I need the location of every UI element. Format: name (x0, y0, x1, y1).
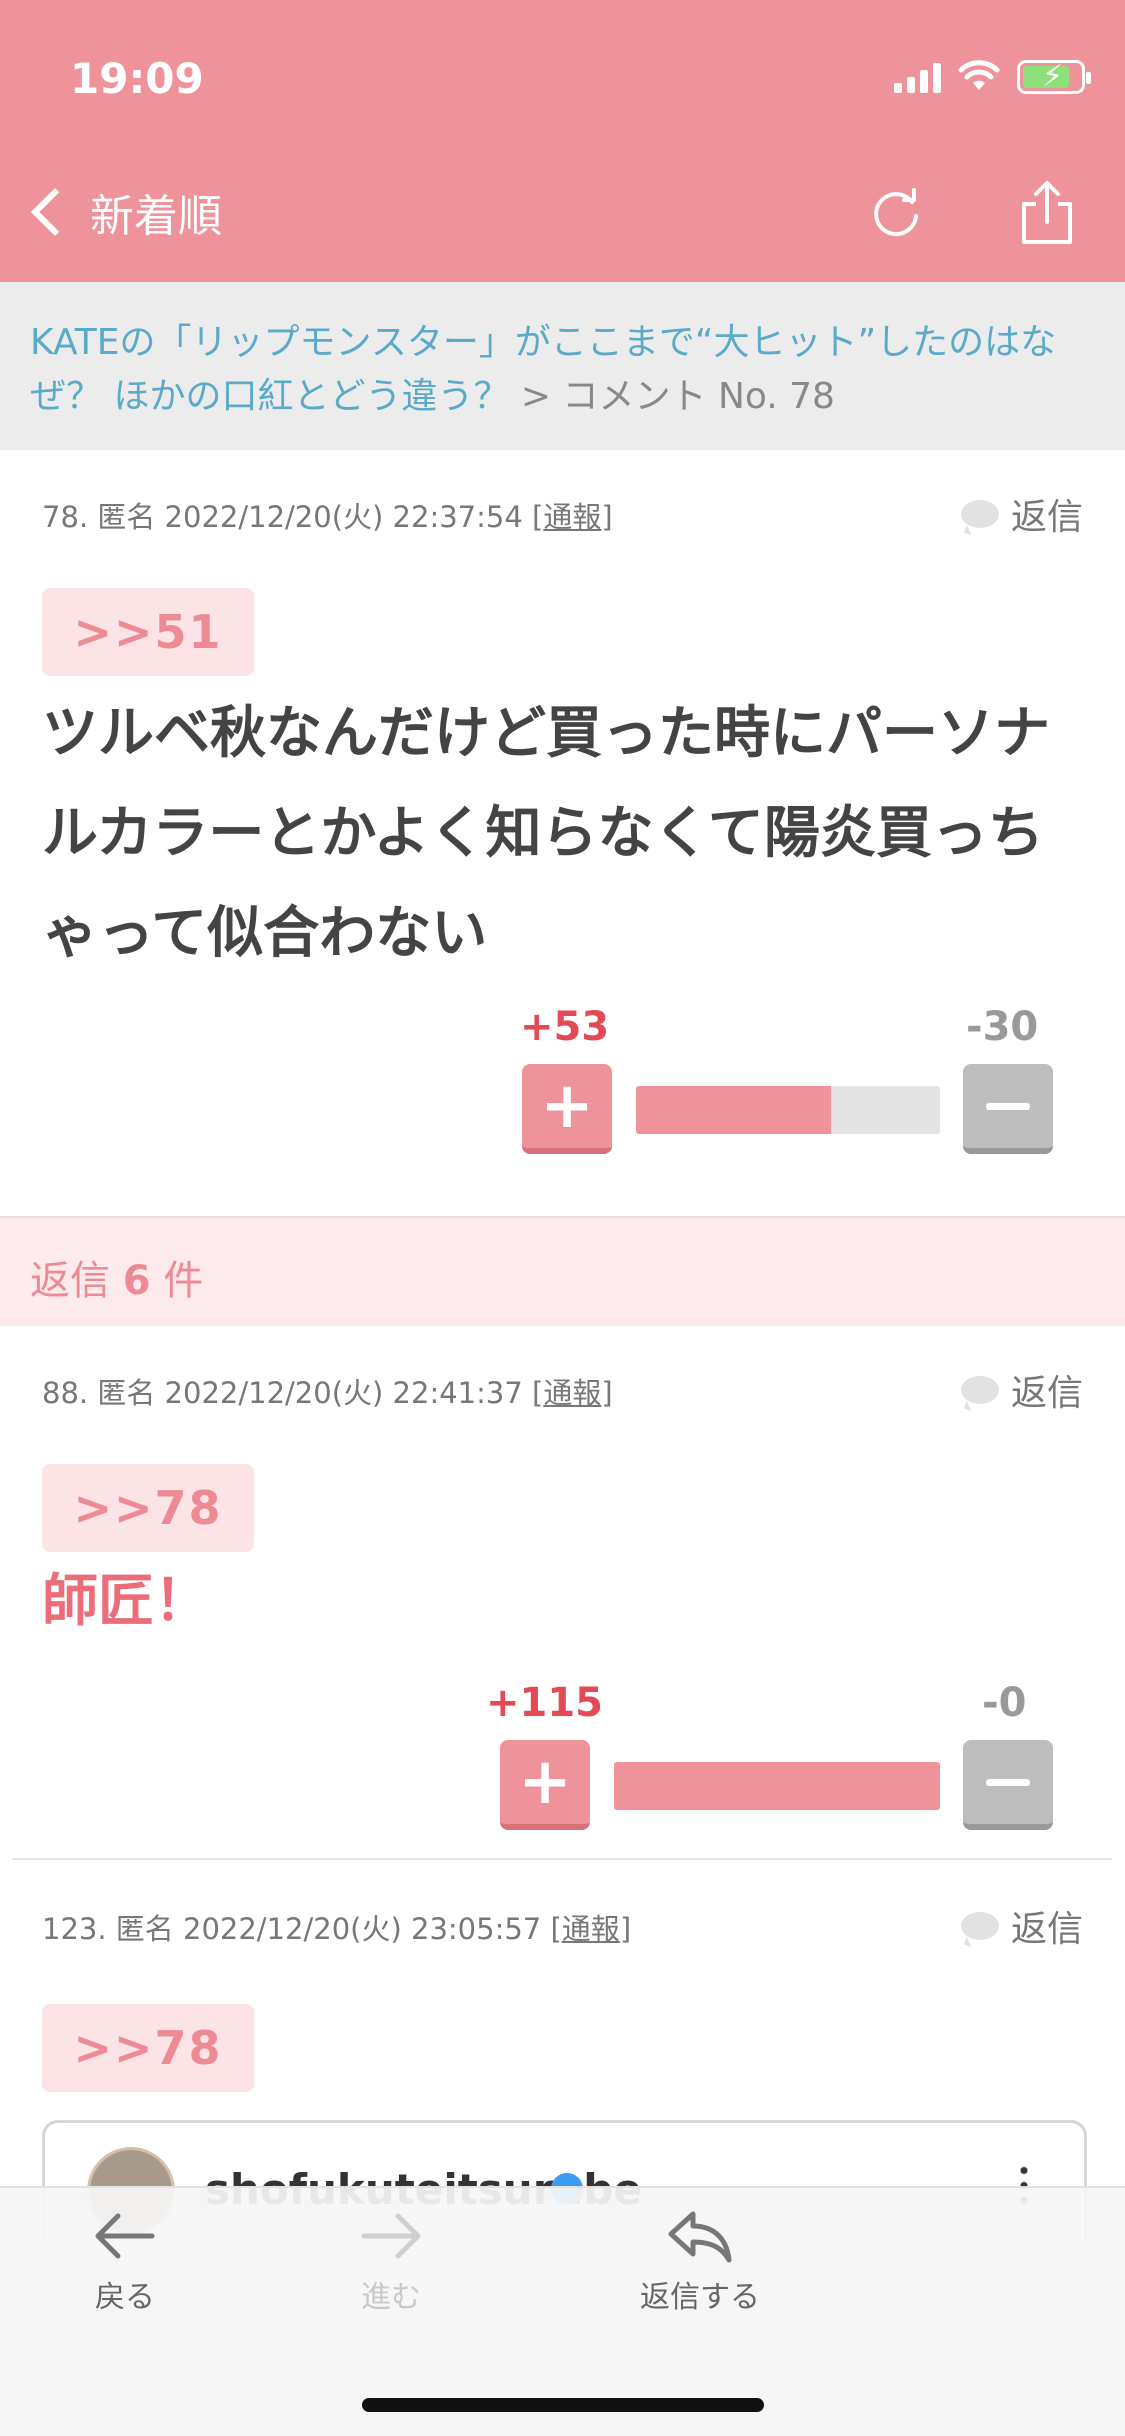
comment-body: ツルベ秋なんだけど買った時にパーソナルカラーとかよく知らなくて陽炎買っちゃって似… (42, 701, 1050, 966)
plus-count: +115 (486, 1680, 604, 1726)
minus-vote-button[interactable] (963, 1740, 1053, 1830)
reply-arrow-icon (668, 2211, 732, 2263)
comment-meta: 88. 匿名 2022/12/20(火) 22:41:37 [通報] (42, 1370, 613, 1412)
plus-count: +53 (520, 1004, 610, 1050)
nav-reply-button[interactable]: 返信する (640, 2208, 760, 2316)
vote-ratio-bar (636, 1086, 940, 1134)
arrow-left-icon (95, 2213, 155, 2259)
reply-label: 返信 (1010, 1373, 1083, 1414)
nav-back-label: 戻る (95, 2280, 155, 2315)
reload-icon[interactable] (868, 186, 924, 242)
back-label: 新着順 (90, 191, 222, 242)
vote-ratio-bar (614, 1762, 940, 1810)
breadcrumb: KATEの「リップモンスター」がここまで“大ヒット”したのはなぜ？ ほかの口紅と… (0, 282, 1125, 450)
arrow-right-icon (361, 2213, 421, 2259)
comment-meta: 78. 匿名 2022/12/20(火) 22:37:54 [通報] (42, 494, 613, 536)
speech-bubble-icon (960, 1912, 999, 1940)
reply-label: 返信 (1010, 1909, 1083, 1950)
comment-header: 88. 匿名 2022/12/20(火) 22:41:37 (42, 1376, 523, 1410)
nav-reply-label: 返信する (640, 2280, 760, 2315)
comment-body: 師匠！ (42, 1569, 210, 1634)
report-link[interactable]: [通報] (532, 1376, 613, 1410)
breadcrumb-comment-no: > コメント No. 78 (509, 376, 835, 417)
minus-count: -0 (982, 1680, 1027, 1726)
report-link[interactable]: [通報] (532, 500, 613, 534)
vote-ratio-fill (636, 1086, 831, 1134)
nav-forward-label: 進む (361, 2280, 421, 2315)
plus-vote-button[interactable]: + (522, 1064, 612, 1154)
nav-forward-button[interactable]: 進む (356, 2208, 426, 2316)
report-link[interactable]: [通報] (550, 1912, 631, 1946)
minus-vote-button[interactable] (963, 1064, 1053, 1154)
plus-vote-button[interactable]: + (500, 1740, 590, 1830)
status-time: 19:09 (70, 54, 204, 103)
battery-icon: ⚡ (1017, 60, 1091, 94)
status-icons: ⚡ (894, 60, 1091, 94)
replies-prefix: 返信 (30, 1258, 110, 1304)
minus-count: -30 (966, 1004, 1039, 1050)
back-button[interactable]: 新着順 (26, 180, 222, 244)
comment-divider (12, 1858, 1112, 1860)
comment-meta: 123. 匿名 2022/12/20(火) 23:05:57 [通報] (42, 1906, 631, 1948)
share-icon[interactable] (1018, 180, 1076, 246)
replies-count: 6 (122, 1258, 151, 1304)
chevron-left-icon (30, 187, 80, 237)
anchor-link[interactable]: >>78 (42, 1464, 254, 1552)
cellular-signal-icon (894, 61, 941, 93)
anchor-link[interactable]: >>51 (42, 588, 254, 676)
reply-label: 返信 (1010, 497, 1083, 538)
replies-suffix: 件 (163, 1258, 204, 1304)
comment-header: 78. 匿名 2022/12/20(火) 22:37:54 (42, 500, 523, 534)
speech-bubble-icon (960, 500, 999, 528)
reply-button[interactable]: 返信 (960, 1900, 1083, 1952)
home-indicator[interactable] (362, 2398, 764, 2412)
nav-back-button[interactable]: 戻る (90, 2208, 160, 2316)
replies-count-band[interactable]: 返信 6 件 (0, 1216, 1125, 1326)
wifi-icon (958, 60, 1000, 90)
speech-bubble-icon (960, 1376, 999, 1404)
comment-header: 123. 匿名 2022/12/20(火) 23:05:57 (42, 1912, 542, 1946)
reply-button[interactable]: 返信 (960, 488, 1083, 540)
anchor-link[interactable]: >>78 (42, 2004, 254, 2092)
reply-button[interactable]: 返信 (960, 1364, 1083, 1416)
top-bar: 19:09 ⚡ 新着順 (0, 0, 1125, 282)
vote-ratio-fill (614, 1762, 940, 1810)
